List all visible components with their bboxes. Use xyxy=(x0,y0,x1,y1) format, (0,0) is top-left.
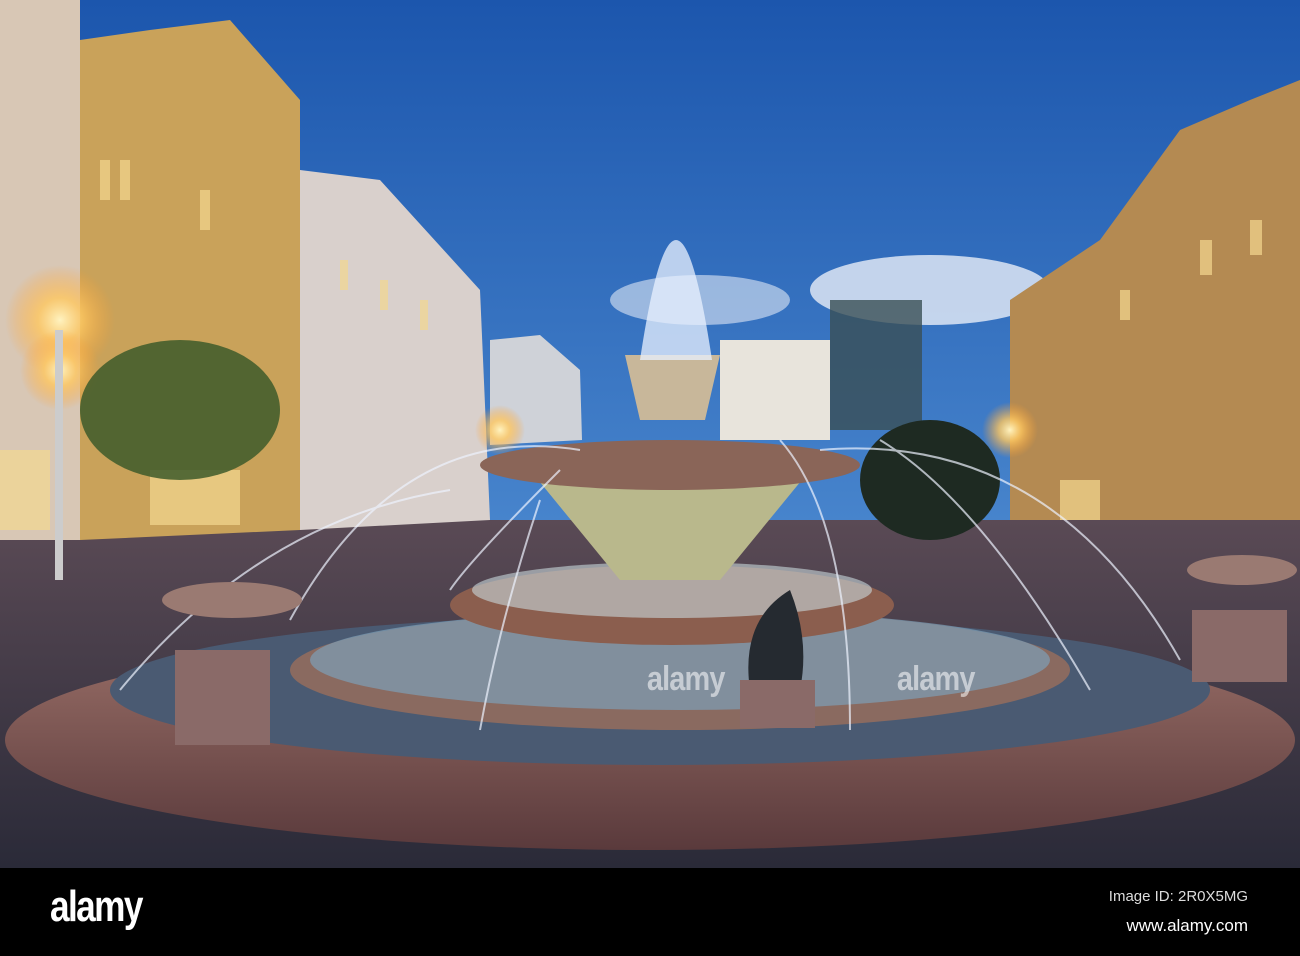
footer-bar: alamy Image ID: 2R0X5MG www.alamy.com xyxy=(0,868,1300,956)
stock-photo: alamy alamy xyxy=(0,0,1300,868)
watermark: alamy xyxy=(896,660,976,698)
watermark: alamy xyxy=(646,660,726,698)
site-url: www.alamy.com xyxy=(1126,916,1248,935)
image-id: Image ID: 2R0X5MG xyxy=(1108,888,1248,905)
alamy-logo: alamy xyxy=(50,882,143,931)
fountain-scene xyxy=(0,0,1300,868)
